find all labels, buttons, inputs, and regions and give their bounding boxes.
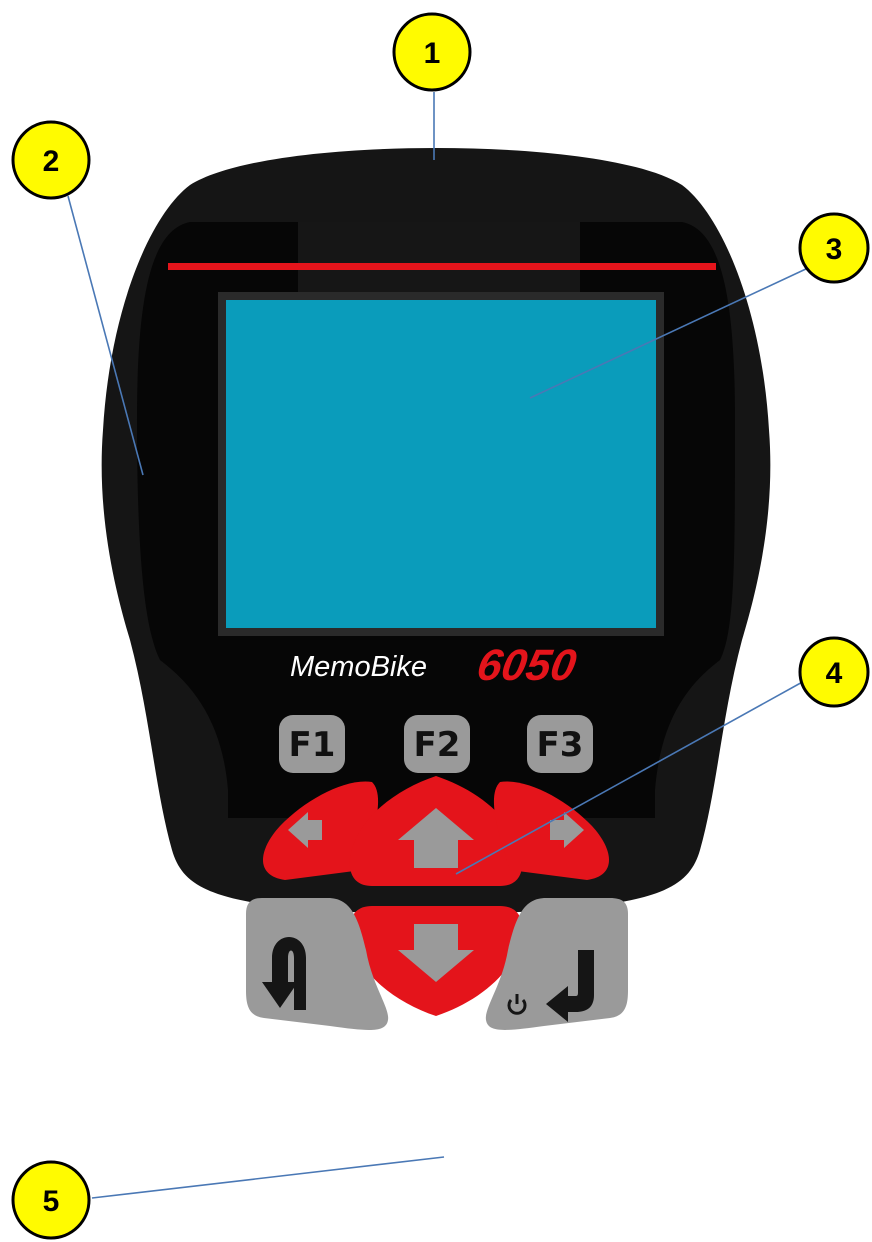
callout-1: 1: [392, 12, 472, 92]
callout-5-label: 5: [43, 1185, 60, 1218]
f2-key-label: F2: [414, 725, 461, 765]
leader-line-5: [91, 1156, 445, 1199]
callout-5: 5: [11, 1160, 91, 1240]
brand-name: MemoBike: [290, 651, 427, 683]
f3-key-label: F3: [537, 725, 584, 765]
f2-key[interactable]: F2: [404, 715, 470, 773]
f1-key-label: F1: [289, 725, 336, 765]
brand-model: 6050: [473, 641, 580, 690]
callout-4-label: 4: [826, 657, 843, 690]
device-diagram: MemoBike 6050 F1 F2 F3 1 2 3 4 5: [11, 12, 870, 1240]
callout-4: 4: [798, 636, 870, 708]
f3-key[interactable]: F3: [527, 715, 593, 773]
lcd-screen: [226, 300, 656, 628]
callout-3: 3: [798, 212, 870, 284]
sensor-window: [298, 222, 580, 292]
red-accent-stripe: [168, 263, 716, 270]
callout-2-label: 2: [43, 145, 60, 178]
callout-3-label: 3: [826, 233, 843, 266]
f1-key[interactable]: F1: [279, 715, 345, 773]
callout-1-label: 1: [424, 37, 441, 70]
callout-2: 2: [11, 120, 91, 200]
